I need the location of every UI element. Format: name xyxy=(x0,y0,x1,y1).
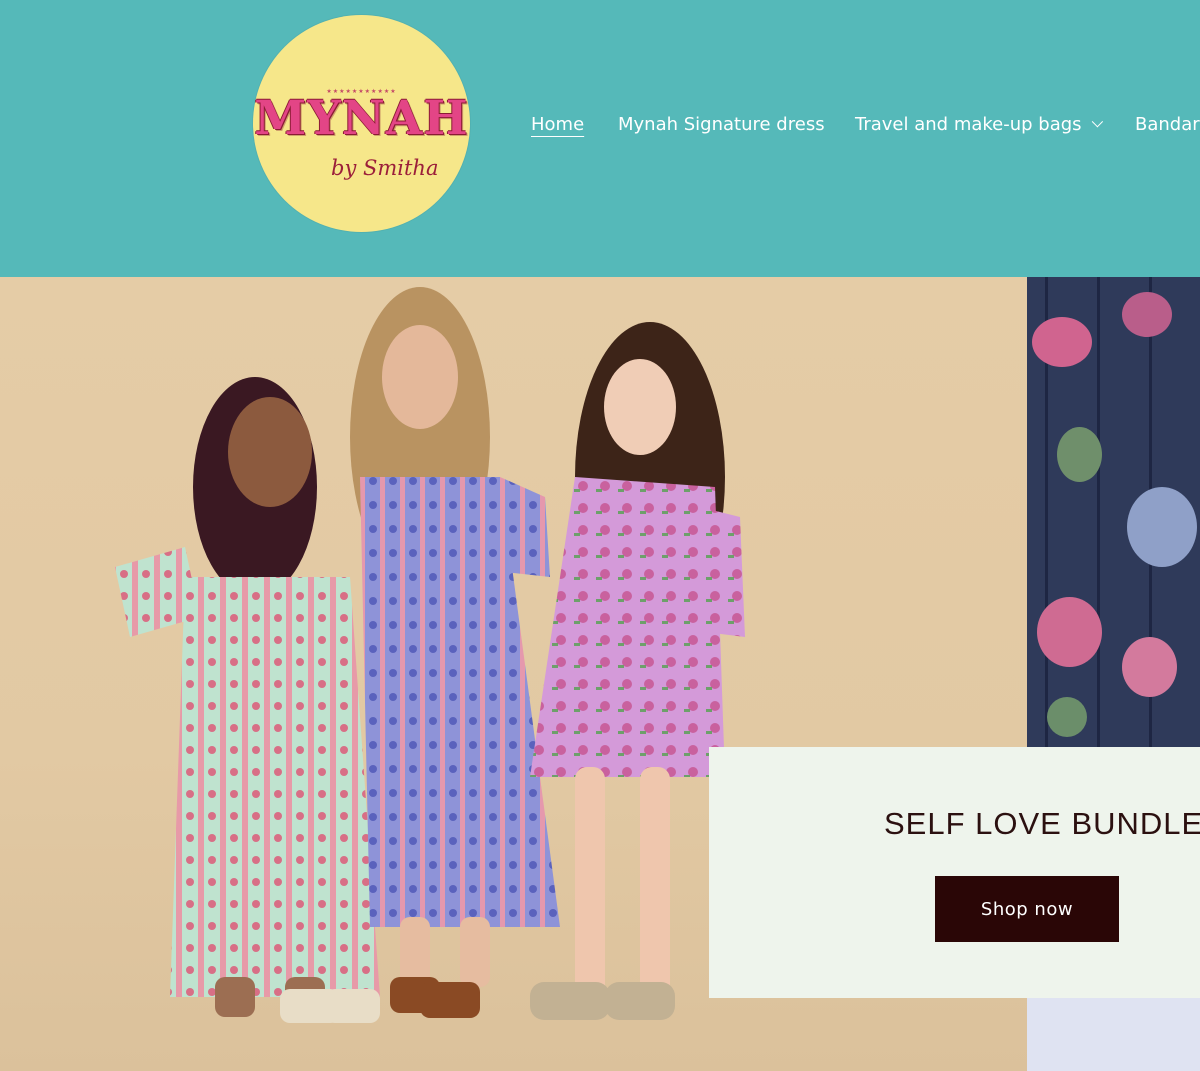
promo-card: SELF LOVE BUNDLE Shop now xyxy=(709,747,1200,998)
promo-title: SELF LOVE BUNDLE xyxy=(709,806,1200,842)
floral-print xyxy=(1122,292,1172,337)
logo-tagline: by Smitha xyxy=(331,156,439,180)
floral-print xyxy=(1047,697,1087,737)
nav-item-mynah-signature-dress[interactable]: Mynah Signature dress xyxy=(618,114,825,136)
floral-print xyxy=(1057,427,1102,482)
floral-print xyxy=(1032,317,1092,367)
nav-item-bandar[interactable]: Bandar xyxy=(1135,114,1200,136)
nav-item-label: Travel and make-up bags xyxy=(855,114,1082,135)
floral-print xyxy=(1037,597,1102,667)
nav-item-home[interactable]: Home xyxy=(531,114,584,136)
brand-logo[interactable]: ★★★★★★★★★★★ MYNAH by Smitha xyxy=(253,15,470,232)
shop-now-button[interactable]: Shop now xyxy=(935,876,1119,942)
nav-item-travel-makeup-bags[interactable]: Travel and make-up bags xyxy=(855,114,1103,136)
chevron-down-icon xyxy=(1091,116,1103,128)
floral-print xyxy=(1127,487,1197,567)
hero-next-slide-edge xyxy=(1027,998,1200,1071)
floral-print xyxy=(1122,637,1177,697)
logo-wordmark: MYNAH xyxy=(254,91,469,146)
promo-title-text: SELF LOVE BUNDLE xyxy=(884,806,1200,841)
site-header: ★★★★★★★★★★★ MYNAH by Smitha Home Mynah S… xyxy=(0,0,1200,277)
